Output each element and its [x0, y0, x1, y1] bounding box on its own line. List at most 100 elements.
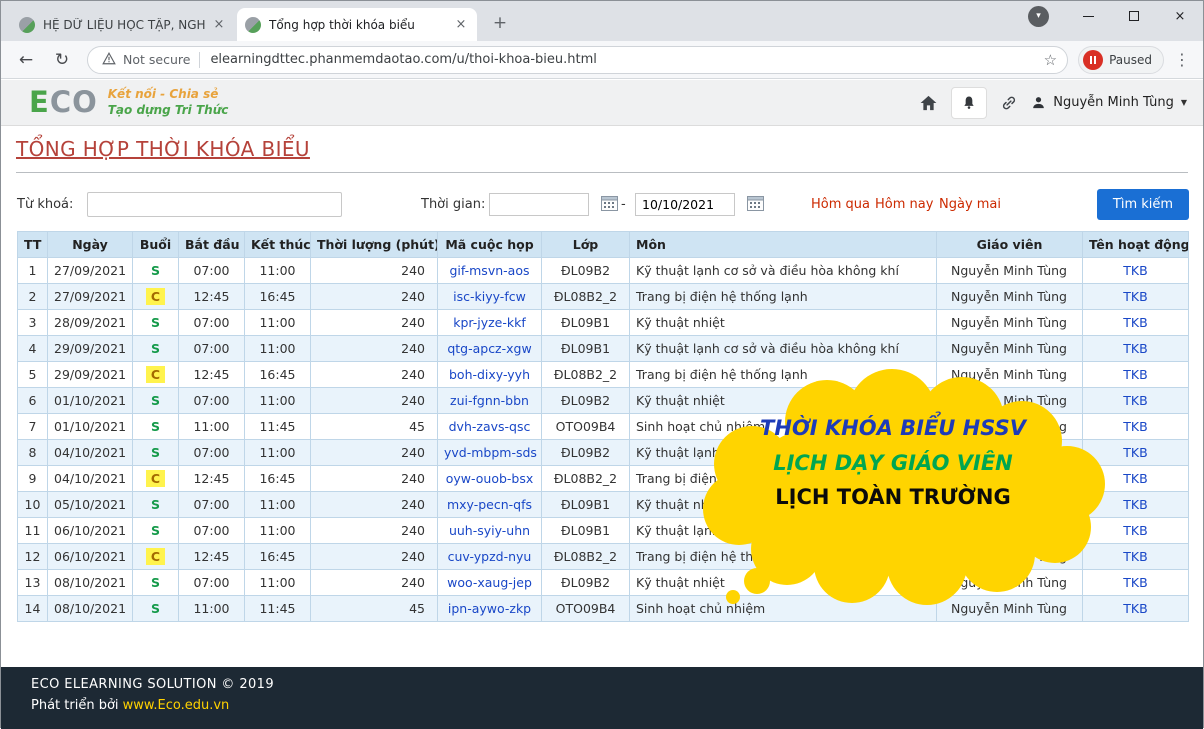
- calendar-icon[interactable]: [601, 195, 618, 215]
- notifications-button[interactable]: [951, 87, 987, 119]
- cell-bat_dau: 07:00: [179, 310, 245, 336]
- tab-favicon: [245, 17, 261, 33]
- cell-mon: Trang bị điện hệ thống lạnh: [630, 544, 937, 570]
- calendar-icon[interactable]: [747, 195, 764, 215]
- back-icon[interactable]: ←: [15, 50, 37, 70]
- meeting-code-link[interactable]: cuv-ypzd-nyu: [448, 549, 532, 564]
- cell-gv: Nguyễn Minh Tùng: [937, 362, 1083, 388]
- meeting-code-link[interactable]: boh-dixy-yyh: [449, 367, 530, 382]
- link-icon[interactable]: [1000, 94, 1018, 112]
- cell-gv: Nguyễn Minh Tùng: [937, 596, 1083, 622]
- close-button[interactable]: ×: [1157, 1, 1203, 31]
- quick-link-today[interactable]: Hôm nay: [875, 197, 933, 212]
- new-tab-button[interactable]: +: [487, 11, 513, 37]
- search-button[interactable]: Tìm kiếm: [1097, 189, 1189, 220]
- activity-tkb-link[interactable]: TKB: [1123, 549, 1147, 564]
- meeting-code-link[interactable]: dvh-zavs-qsc: [449, 419, 531, 434]
- tab-thoi-khoa-bieu[interactable]: Tổng hợp thời khóa biểu ×: [237, 8, 477, 41]
- quick-link-yesterday[interactable]: Hôm qua: [811, 197, 870, 212]
- user-icon: [1031, 95, 1046, 110]
- minimize-button[interactable]: [1065, 1, 1111, 31]
- meeting-code-link[interactable]: ipn-aywo-zkp: [448, 601, 531, 616]
- date-from-input[interactable]: [489, 193, 589, 216]
- omnibox-divider: [199, 52, 200, 68]
- cell-hd: TKB: [1083, 362, 1189, 388]
- url-text[interactable]: elearningdttec.phanmemdaotao.com/u/thoi-…: [210, 52, 1035, 67]
- activity-tkb-link[interactable]: TKB: [1123, 471, 1147, 486]
- meeting-code-link[interactable]: zui-fgnn-bbn: [450, 393, 529, 408]
- browser-menu-icon[interactable]: ⋮: [1174, 50, 1190, 69]
- activity-tkb-link[interactable]: TKB: [1123, 601, 1147, 616]
- not-secure-label[interactable]: Not secure: [123, 52, 190, 67]
- session-badge: S: [151, 315, 160, 330]
- user-menu[interactable]: Nguyễn Minh Tùng ▼: [1031, 95, 1187, 110]
- activity-tkb-link[interactable]: TKB: [1123, 393, 1147, 408]
- cell-gv: Nguyễn Minh Tùng: [937, 492, 1083, 518]
- cell-gv: Nguyễn Minh Tùng: [937, 388, 1083, 414]
- activity-tkb-link[interactable]: TKB: [1123, 445, 1147, 460]
- cell-tt: 7: [18, 414, 48, 440]
- meeting-code-link[interactable]: oyw-ouob-bsx: [446, 471, 534, 486]
- profile-paused-badge[interactable]: Paused: [1078, 46, 1164, 74]
- tab-he-du-lieu[interactable]: HỆ DỮ LIỆU HỌC TẬP, NGHIÊN C ×: [11, 8, 235, 41]
- cell-bat_dau: 07:00: [179, 518, 245, 544]
- cell-ngay: 04/10/2021: [48, 466, 133, 492]
- maximize-button[interactable]: [1111, 1, 1157, 31]
- activity-tkb-link[interactable]: TKB: [1123, 367, 1147, 382]
- column-header-ma: Mã cuộc họp: [438, 232, 542, 258]
- cell-tt: 1: [18, 258, 48, 284]
- cell-thoi_luong: 240: [311, 570, 438, 596]
- activity-tkb-link[interactable]: TKB: [1123, 575, 1147, 590]
- maximize-icon: [1129, 11, 1139, 21]
- column-header-gv: Giáo viên: [937, 232, 1083, 258]
- meeting-code-link[interactable]: qtg-apcz-xgw: [447, 341, 531, 356]
- meeting-code-link[interactable]: uuh-syiy-uhn: [449, 523, 530, 538]
- cell-buoi: C: [133, 544, 179, 570]
- activity-tkb-link[interactable]: TKB: [1123, 497, 1147, 512]
- date-to-input[interactable]: [635, 193, 735, 216]
- keyword-input[interactable]: [87, 192, 342, 217]
- session-badge: C: [146, 288, 165, 305]
- meeting-code-link[interactable]: kpr-jyze-kkf: [453, 315, 526, 330]
- cell-buoi: C: [133, 362, 179, 388]
- table-row: 529/09/2021C12:4516:45240boh-dixy-yyhĐL0…: [18, 362, 1189, 388]
- cell-bat_dau: 07:00: [179, 336, 245, 362]
- quick-link-tomorrow[interactable]: Ngày mai: [939, 197, 1001, 212]
- meeting-code-link[interactable]: mxy-pecn-qfs: [447, 497, 532, 512]
- meeting-code-link[interactable]: gif-msvn-aos: [450, 263, 530, 278]
- table-row: 1106/10/2021S07:0011:00240uuh-syiy-uhnĐL…: [18, 518, 1189, 544]
- meeting-code-link[interactable]: yvd-mbpm-sds: [444, 445, 537, 460]
- cell-bat_dau: 07:00: [179, 440, 245, 466]
- cell-mon: Kỹ thuật nhiệt: [630, 388, 937, 414]
- cell-ngay: 28/09/2021: [48, 310, 133, 336]
- activity-tkb-link[interactable]: TKB: [1123, 315, 1147, 330]
- footer-copyright: ECO ELEARNING SOLUTION © 2019: [31, 677, 1203, 692]
- tab-close-icon[interactable]: ×: [453, 17, 469, 33]
- cell-thoi_luong: 240: [311, 492, 438, 518]
- cell-ket_thuc: 16:45: [245, 362, 311, 388]
- tab-title: HỆ DỮ LIỆU HỌC TẬP, NGHIÊN C: [43, 18, 205, 32]
- eco-logo[interactable]: ECO: [29, 88, 98, 117]
- cell-hd: TKB: [1083, 466, 1189, 492]
- tab-close-icon[interactable]: ×: [211, 17, 227, 33]
- activity-tkb-link[interactable]: TKB: [1123, 263, 1147, 278]
- activity-tkb-link[interactable]: TKB: [1123, 419, 1147, 434]
- activity-tkb-link[interactable]: TKB: [1123, 341, 1147, 356]
- meeting-code-link[interactable]: woo-xaug-jep: [447, 575, 532, 590]
- browser-status-icon[interactable]: ▾: [1028, 6, 1049, 27]
- footer-site-link[interactable]: www.Eco.edu.vn: [123, 698, 230, 713]
- activity-tkb-link[interactable]: TKB: [1123, 289, 1147, 304]
- cell-ket_thuc: 16:45: [245, 466, 311, 492]
- activity-tkb-link[interactable]: TKB: [1123, 523, 1147, 538]
- cell-mon: Sinh hoạt chủ nhiệm: [630, 414, 937, 440]
- cell-tt: 11: [18, 518, 48, 544]
- meeting-code-link[interactable]: isc-kiyy-fcw: [453, 289, 526, 304]
- home-icon[interactable]: [919, 94, 938, 112]
- reload-icon[interactable]: ↻: [51, 50, 73, 70]
- bookmark-star-icon[interactable]: ☆: [1044, 51, 1057, 69]
- cell-ma: uuh-syiy-uhn: [438, 518, 542, 544]
- cell-gv: Nguyễn Minh Tùng: [937, 258, 1083, 284]
- address-bar[interactable]: Not secure elearningdttec.phanmemdaotao.…: [87, 46, 1068, 74]
- cell-ket_thuc: 11:00: [245, 518, 311, 544]
- footer-developed-by: Phát triển bởi www.Eco.edu.vn: [31, 698, 1203, 713]
